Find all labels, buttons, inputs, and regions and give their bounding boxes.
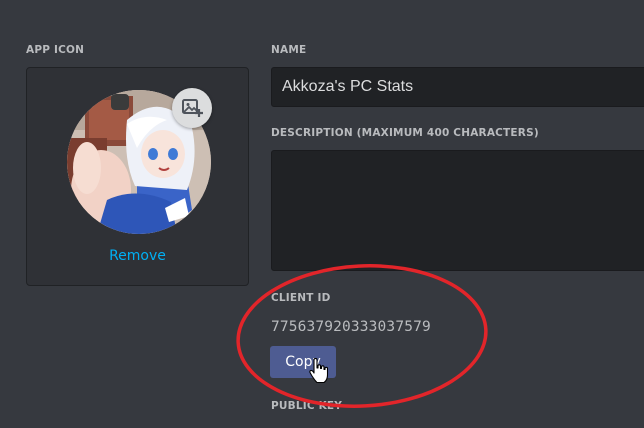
- image-plus-icon: [182, 99, 203, 117]
- description-label: DESCRIPTION (MAXIMUM 400 CHARACTERS): [271, 127, 539, 139]
- app-icon-panel: Remove: [26, 67, 249, 286]
- upload-image-button[interactable]: [172, 88, 212, 128]
- name-label: NAME: [271, 44, 307, 56]
- public-key-label: PUBLIC KEY: [271, 400, 343, 412]
- app-name-input[interactable]: [271, 67, 644, 107]
- app-icon-label: APP ICON: [26, 44, 85, 56]
- copy-client-id-button[interactable]: Copy: [270, 346, 336, 378]
- description-input[interactable]: [271, 150, 644, 271]
- remove-icon-link[interactable]: Remove: [27, 248, 248, 264]
- client-id-value: 775637920333037579: [271, 319, 431, 335]
- client-id-label: CLIENT ID: [271, 292, 331, 304]
